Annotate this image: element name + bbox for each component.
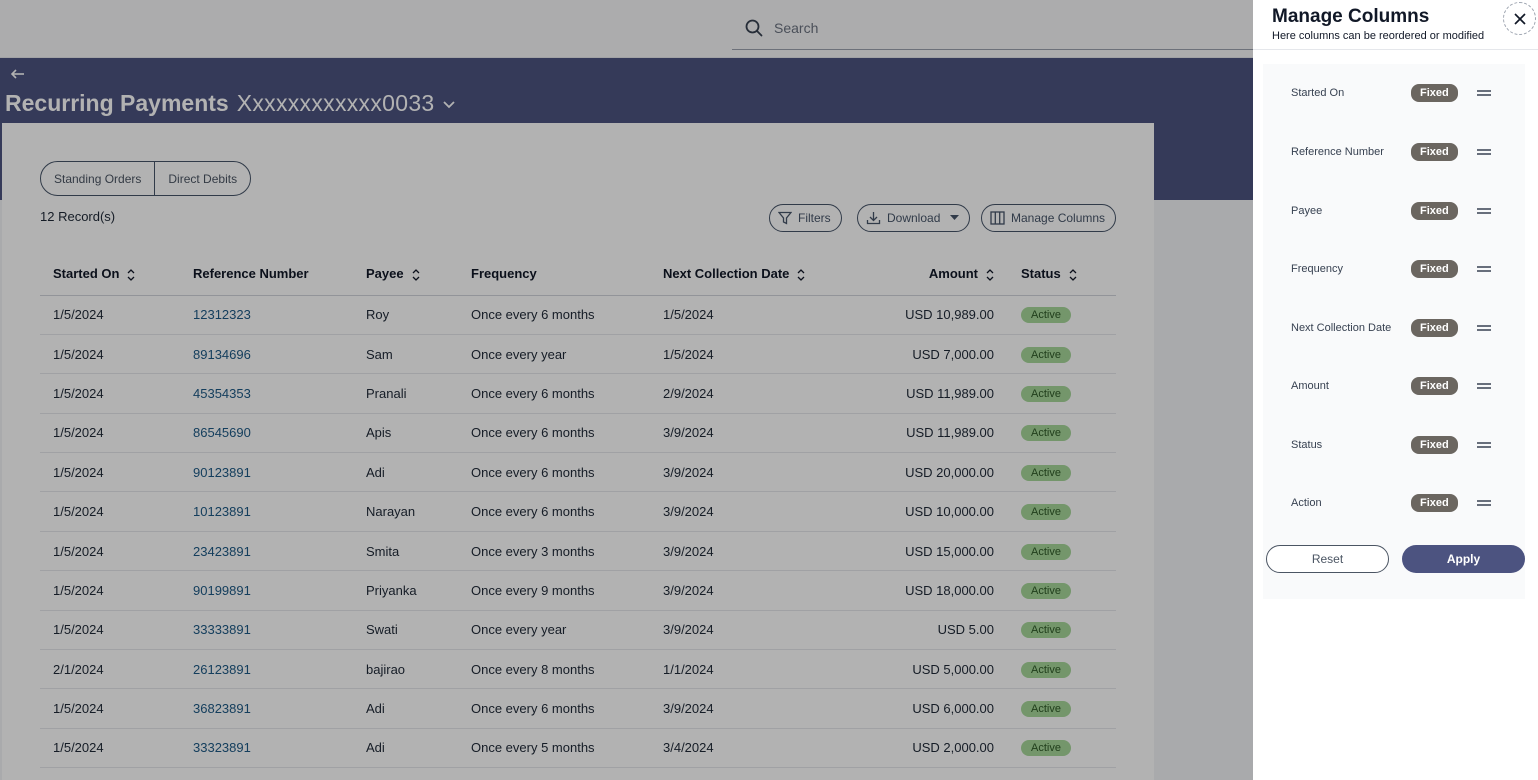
column-item-payee[interactable]: Payee Fixed xyxy=(1291,199,1511,223)
column-item-label: Reference Number xyxy=(1291,146,1384,158)
column-item-label: Next Collection Date xyxy=(1291,322,1392,334)
fixed-badge: Fixed xyxy=(1411,143,1458,161)
fixed-badge: Fixed xyxy=(1411,84,1458,102)
fixed-badge: Fixed xyxy=(1411,202,1458,220)
column-list: Started On Fixed Reference Number Fixed Pa… xyxy=(1263,64,1525,599)
column-item-label: Action xyxy=(1291,497,1322,509)
drag-handle-icon[interactable] xyxy=(1476,500,1491,506)
apply-button[interactable]: Apply xyxy=(1402,545,1525,573)
fixed-badge: Fixed xyxy=(1411,260,1458,278)
drag-handle-icon[interactable] xyxy=(1476,383,1491,389)
modal-overlay[interactable] xyxy=(0,0,1253,780)
panel-header: Manage Columns Here columns can be reord… xyxy=(1253,0,1538,50)
drag-handle-icon[interactable] xyxy=(1476,325,1491,331)
column-item-started-on[interactable]: Started On Fixed xyxy=(1291,81,1511,105)
fixed-badge: Fixed xyxy=(1411,494,1458,512)
panel-subtitle: Here columns can be reordered or modifie… xyxy=(1272,30,1485,42)
manage-columns-panel: Manage Columns Here columns can be reord… xyxy=(1253,0,1538,780)
column-item-label: Amount xyxy=(1291,380,1329,392)
close-icon xyxy=(1513,12,1526,25)
column-item-label: Payee xyxy=(1291,205,1323,217)
drag-handle-icon[interactable] xyxy=(1476,90,1491,96)
fixed-badge: Fixed xyxy=(1411,436,1458,454)
drag-handle-icon[interactable] xyxy=(1476,266,1491,272)
column-item-label: Started On xyxy=(1291,87,1345,99)
column-item-label: Frequency xyxy=(1291,263,1343,275)
fixed-badge: Fixed xyxy=(1411,319,1458,337)
close-button[interactable] xyxy=(1503,2,1536,35)
column-item-amount[interactable]: Amount Fixed xyxy=(1291,374,1511,398)
column-item-reference-number[interactable]: Reference Number Fixed xyxy=(1291,140,1511,164)
fixed-badge: Fixed xyxy=(1411,377,1458,395)
drag-handle-icon[interactable] xyxy=(1476,442,1491,448)
column-item-status[interactable]: Status Fixed xyxy=(1291,433,1511,457)
panel-title: Manage Columns xyxy=(1272,6,1430,27)
drag-handle-icon[interactable] xyxy=(1476,149,1491,155)
drag-handle-icon[interactable] xyxy=(1476,208,1491,214)
column-item-label: Status xyxy=(1291,439,1323,451)
reset-button[interactable]: Reset xyxy=(1266,545,1389,573)
column-item-next-collection-date[interactable]: Next Collection Date Fixed xyxy=(1291,316,1511,340)
column-item-action[interactable]: Action Fixed xyxy=(1291,491,1511,515)
column-item-frequency[interactable]: Frequency Fixed xyxy=(1291,257,1511,281)
